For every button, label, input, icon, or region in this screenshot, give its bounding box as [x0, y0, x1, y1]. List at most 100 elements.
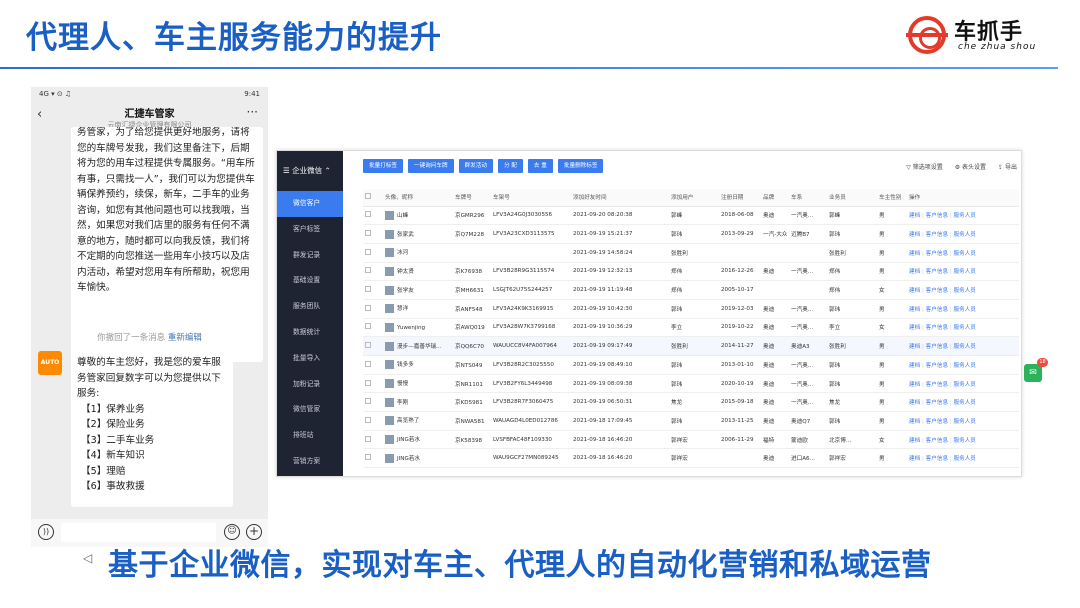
row-checkbox[interactable]	[365, 211, 371, 218]
row-action-link[interactable]: 建档	[909, 213, 920, 219]
row-action-link[interactable]: 服务人员	[954, 419, 976, 425]
table-row[interactable]: 山峰 京GMR296 LFV3A24G0J3030556 2021-09-20 08:…	[363, 206, 1019, 226]
recall-edit-link[interactable]: 重新编辑	[168, 333, 202, 343]
row-action-link[interactable]: 建档	[909, 251, 920, 257]
row-action-link[interactable]: 建档	[909, 325, 920, 331]
row-checkbox[interactable]	[365, 360, 371, 367]
wechat-icon[interactable]: ✉	[1024, 358, 1048, 382]
row-action-link[interactable]: 客户信息	[926, 363, 948, 369]
sidebar-item[interactable]: 客户标签	[277, 217, 343, 243]
more-dots-icon[interactable]: ···	[247, 105, 258, 119]
row-action-link[interactable]: 客户信息	[926, 325, 948, 331]
row-action-link[interactable]: 服务人员	[954, 438, 976, 444]
sidebar-item[interactable]: 群发记录	[277, 243, 343, 269]
row-checkbox[interactable]	[365, 379, 371, 386]
toolbar-button[interactable]: 一键询问车牌	[407, 159, 454, 173]
column-header[interactable]	[363, 189, 383, 207]
sidebar-item[interactable]: 服务团队	[277, 294, 343, 320]
row-checkbox[interactable]	[365, 230, 371, 237]
sidebar-item[interactable]: 数据统计	[277, 320, 343, 346]
plus-icon[interactable]: +	[246, 524, 262, 540]
row-checkbox[interactable]	[365, 304, 371, 311]
row-action-link[interactable]: 建档	[909, 307, 920, 313]
row-action-link[interactable]: 客户信息	[926, 269, 948, 275]
table-row[interactable]: 张学友 京MH6631 LSGJT62U75S244257 2021-09-19 11…	[363, 280, 1019, 300]
row-action-link[interactable]: 客户信息	[926, 213, 948, 219]
row-action-link[interactable]: 建档	[909, 344, 920, 350]
row-action-link[interactable]: 建档	[909, 232, 920, 238]
row-action-link[interactable]: 服务人员	[954, 325, 976, 331]
row-checkbox[interactable]	[365, 454, 371, 461]
row-checkbox[interactable]	[365, 342, 371, 349]
row-checkbox[interactable]	[365, 286, 371, 293]
row-action-link[interactable]: 客户信息	[926, 382, 948, 388]
row-action-link[interactable]: 客户信息	[926, 251, 948, 257]
row-action-link[interactable]: 客户信息	[926, 419, 948, 425]
table-row[interactable]: 钱多多 京NTS049 LFV3B28R2C3025550 2021-09-19 08…	[363, 355, 1019, 375]
row-action-link[interactable]: 客户信息	[926, 288, 948, 294]
sidebar-item[interactable]: 加粉记录	[277, 372, 343, 398]
table-row[interactable]: 钟太贤 京K76938 LFV3B28R9G3115574 2021-09-19 12…	[363, 262, 1019, 282]
row-checkbox[interactable]	[365, 248, 371, 255]
toolbar-button[interactable]: 批量打标签	[363, 159, 403, 173]
row-action-link[interactable]: 建档	[909, 288, 920, 294]
row-action-link[interactable]: 服务人员	[954, 363, 976, 369]
row-action-link[interactable]: 服务人员	[954, 251, 976, 257]
row-action-link[interactable]: 服务人员	[954, 288, 976, 294]
row-action-link[interactable]: 建档	[909, 419, 920, 425]
toolbar-button[interactable]: 去 重	[527, 159, 553, 173]
toolbar-button[interactable]: 群发活动	[458, 159, 493, 173]
row-action-link[interactable]: 服务人员	[954, 232, 976, 238]
row-action-link[interactable]: 服务人员	[954, 400, 976, 406]
toolbar-button[interactable]: 批量删除标签	[557, 159, 604, 173]
row-action-link[interactable]: 服务人员	[954, 307, 976, 313]
row-action-link[interactable]: 客户信息	[926, 456, 948, 462]
row-action-link[interactable]: 建档	[909, 438, 920, 444]
table-row[interactable]: 慢慢 京NR1101 LFV3B2FY6L3449498 2021-09-19 08:…	[363, 374, 1019, 394]
select-all-checkbox[interactable]	[365, 193, 371, 200]
sidebar-item[interactable]: 排班站	[277, 423, 343, 449]
table-row[interactable]: 漫步—嘉善华瑞... 京QQ6C70 WAUUCC8V4FA007964 2021-0…	[363, 336, 1019, 356]
sidebar-item[interactable]: 营销方案	[277, 449, 343, 475]
export-button[interactable]: ⇪ 导出	[998, 162, 1017, 171]
row-action-link[interactable]: 建档	[909, 400, 920, 406]
chevron-left-icon[interactable]: ‹	[37, 107, 42, 122]
row-checkbox[interactable]	[365, 398, 371, 405]
table-row[interactable]: 慧洋 京ANF548 LFV3A24K9K3169915 2021-09-19 10:…	[363, 299, 1019, 319]
row-action-link[interactable]: 客户信息	[926, 400, 948, 406]
table-row[interactable]: 张家武 京Q7M228 LFV3A23CXD3113575 2021-09-19 15…	[363, 224, 1019, 244]
nav-back-icon[interactable]: ◁	[83, 551, 92, 565]
row-action-link[interactable]: 建档	[909, 363, 920, 369]
emoji-icon[interactable]: ☺	[224, 524, 240, 540]
row-action-link[interactable]: 建档	[909, 382, 920, 388]
table-row[interactable]: JING若水 京K58398 LVSFBFAC48F109330 2021-09-18…	[363, 430, 1019, 450]
row-action-link[interactable]: 客户信息	[926, 344, 948, 350]
row-action-link[interactable]: 建档	[909, 269, 920, 275]
table-row[interactable]: 高览熟了 京NWA581 WAUAGD4L0ED012786 2021-09-18 1…	[363, 411, 1019, 431]
row-action-link[interactable]: 服务人员	[954, 213, 976, 219]
row-action-link[interactable]: 建档	[909, 456, 920, 462]
row-action-link[interactable]: 服务人员	[954, 269, 976, 275]
row-checkbox[interactable]	[365, 416, 371, 423]
table-row[interactable]: 李刚 京KD5981 LFV3B28R7F3060475 2021-09-19 06:…	[363, 392, 1019, 413]
row-action-link[interactable]: 客户信息	[926, 307, 948, 313]
table-row[interactable]: Yuwenjing 京AWQ019 LFV3A28W7K3799168 2021-09…	[363, 318, 1019, 338]
row-action-link[interactable]: 服务人员	[954, 344, 976, 350]
filter-settings-button[interactable]: ▽ 筛选项设置	[906, 162, 943, 171]
row-action-link[interactable]: 客户信息	[926, 232, 948, 238]
sidebar-item[interactable]: 基础设置	[277, 268, 343, 294]
row-checkbox[interactable]	[365, 435, 371, 442]
row-action-link[interactable]: 服务人员	[954, 382, 976, 388]
sidebar-item[interactable]: 批量导入	[277, 346, 343, 372]
row-action-link[interactable]: 客户信息	[926, 438, 948, 444]
table-row[interactable]: 冰河 2021-09-19 14:58:24 张胜利 张胜利男建档 | 客户信息 | …	[363, 243, 1019, 263]
row-checkbox[interactable]	[365, 323, 371, 330]
voice-icon[interactable]: ))	[38, 524, 54, 540]
header-settings-button[interactable]: ⚙ 表头设置	[955, 162, 986, 171]
row-action-link[interactable]: 服务人员	[954, 456, 976, 462]
sidebar-item[interactable]: 微信管家	[277, 397, 343, 423]
row-checkbox[interactable]	[365, 267, 371, 274]
toolbar-button[interactable]: 分 配	[497, 159, 523, 173]
table-row[interactable]: JING若水 WAU9GCF27MN089245 2021-09-18 16:46:…	[363, 448, 1019, 469]
sidebar-item[interactable]: 微信客户	[277, 191, 343, 217]
